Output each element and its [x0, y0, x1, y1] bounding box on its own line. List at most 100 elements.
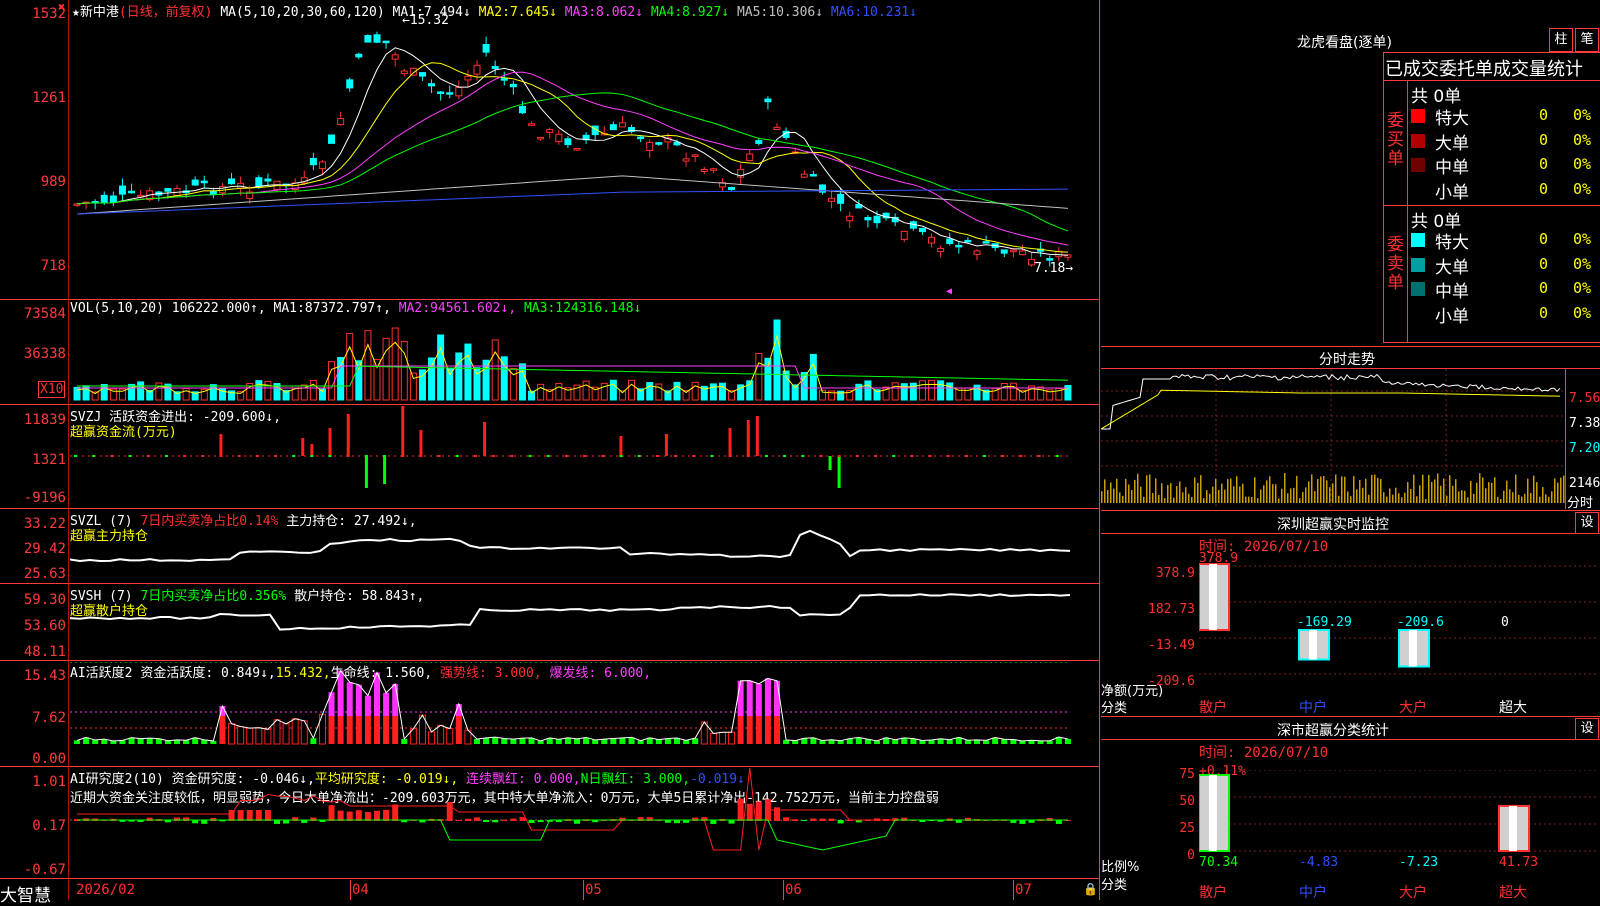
- flow-tick: [201, 455, 205, 457]
- activity-chart[interactable]: [70, 662, 1098, 765]
- volume-bar: [464, 343, 472, 401]
- fs-volume-bar: [1419, 485, 1421, 503]
- flow-tick: [183, 455, 187, 457]
- fs-volume-bar: [1515, 474, 1517, 503]
- volume-bar: [582, 380, 590, 401]
- volume-bar: [255, 380, 263, 401]
- fs-volume-bar: [1413, 474, 1415, 503]
- candle: [918, 227, 926, 233]
- candle: [382, 40, 390, 44]
- fs-volume-bar: [1149, 474, 1151, 503]
- fs-volume-bar: [1215, 478, 1217, 503]
- class-settings-button[interactable]: 设: [1575, 718, 1599, 740]
- retail-holding-chart[interactable]: [70, 585, 1098, 659]
- research-bar: [255, 810, 262, 821]
- activity-bar-low: [555, 739, 562, 744]
- candle: [646, 141, 654, 151]
- fs-volume-bar: [1437, 473, 1439, 503]
- axis-label: 15.43: [23, 668, 66, 684]
- mon-axis: -13.49: [1148, 638, 1195, 653]
- pane-divider: [0, 299, 1100, 300]
- activity-bar-low: [664, 738, 671, 744]
- fund-flow-chart[interactable]: [70, 406, 1098, 506]
- fs-volume-bar: [1140, 486, 1142, 503]
- fs-volume-bar: [1542, 487, 1544, 503]
- candle: [773, 126, 781, 130]
- date-label: 04: [352, 882, 369, 898]
- fs-volume-bar: [1428, 474, 1430, 503]
- main-holding-line: [70, 529, 1071, 562]
- candle: [191, 179, 199, 186]
- volume-bar: [309, 379, 317, 401]
- flow-tick: [364, 455, 368, 457]
- main-holding-chart[interactable]: [70, 510, 1098, 582]
- fs-volume-bar: [1101, 491, 1103, 503]
- flow-tick: [601, 455, 605, 457]
- volume-bar: [164, 383, 172, 401]
- activity-bar: [709, 732, 717, 745]
- candle: [800, 173, 808, 178]
- mon-value: -169.29: [1297, 615, 1352, 630]
- bar-mode-button[interactable]: 柱: [1549, 28, 1573, 52]
- fs-volume-bar: [1401, 497, 1403, 503]
- cls-title: 深市超赢分类统计: [1277, 723, 1389, 739]
- candle: [982, 241, 990, 244]
- candle: [964, 239, 972, 243]
- activity-bar-low: [592, 740, 599, 744]
- fs-volume-bar: [1362, 487, 1364, 503]
- activity-bar-low: [601, 739, 608, 744]
- fs-volume-bar: [1224, 489, 1226, 503]
- monitor-settings-button[interactable]: 设: [1575, 512, 1599, 534]
- buy-row-count: 0: [1539, 130, 1549, 149]
- fs-volume-bar: [1503, 490, 1505, 503]
- research-bar: [528, 820, 535, 824]
- class-bar-chart[interactable]: 70.34 -4.83 -7.23 41.73: [1199, 770, 1599, 886]
- fs-volume-bar: [1326, 480, 1328, 503]
- activity-bar-hot: [328, 692, 335, 716]
- candle: [482, 44, 490, 53]
- tick-mode-button[interactable]: 笔: [1575, 28, 1599, 52]
- flow-tick: [892, 455, 896, 457]
- chart-area[interactable]: ★新中港(日线，前复权) MA(5,10,20,30,60,120) MA1:7…: [0, 0, 1100, 906]
- fs-volume-bar: [1227, 479, 1229, 503]
- research-bar: [510, 818, 517, 821]
- axis-label: 36338: [23, 346, 66, 362]
- date-tick: [350, 880, 351, 900]
- fs-volume-bar: [1206, 490, 1208, 503]
- buy-swatch: [1411, 109, 1425, 123]
- fs-volume-bar: [1404, 492, 1406, 503]
- mon-cat: 超大: [1499, 700, 1527, 716]
- monitor-bar-chart[interactable]: 378.9 -169.29 -209.6 0: [1199, 548, 1599, 696]
- fs-volume-bar: [1236, 476, 1238, 503]
- fs-axis: 7.56: [1569, 391, 1600, 406]
- volume-bar: [555, 382, 563, 401]
- candle: [446, 92, 454, 95]
- cls-bar-highlight: [1209, 775, 1217, 851]
- flow-tick: [855, 455, 859, 457]
- candle: [455, 86, 463, 97]
- flow-bar: [401, 406, 405, 456]
- flow-tick: [292, 455, 296, 457]
- flow-tick: [964, 455, 968, 457]
- volume-bar: [900, 383, 908, 401]
- activity-bar-low: [146, 738, 153, 744]
- fs-volume-bar: [1116, 478, 1118, 503]
- volume-chart[interactable]: [70, 316, 1098, 402]
- fs-volume-bar: [1440, 485, 1442, 503]
- flow-tick: [637, 455, 641, 457]
- marker-icon: ◀: [946, 286, 952, 297]
- lock-icon[interactable]: 🔒: [1083, 882, 1098, 896]
- left-axis-divider: [68, 0, 69, 900]
- research-bar: [537, 820, 544, 823]
- sell-row-pct: 0%: [1573, 279, 1592, 297]
- axis-label: 1532: [32, 6, 66, 22]
- intraday-chart[interactable]: [1101, 369, 1565, 509]
- research-chart[interactable]: [70, 768, 1098, 877]
- candlestick-chart[interactable]: ✱ ✱ ✱ ✱ ✱ ✱ ✱ ✱ ✱ ✱ ◀: [70, 18, 1098, 298]
- axis-label: 718: [40, 258, 66, 274]
- pane-divider: [0, 404, 1100, 405]
- fs-volume-bar: [1506, 480, 1508, 503]
- sell-swatch: [1411, 282, 1425, 296]
- research-bar: [383, 809, 390, 821]
- axis-label: 989: [40, 174, 66, 190]
